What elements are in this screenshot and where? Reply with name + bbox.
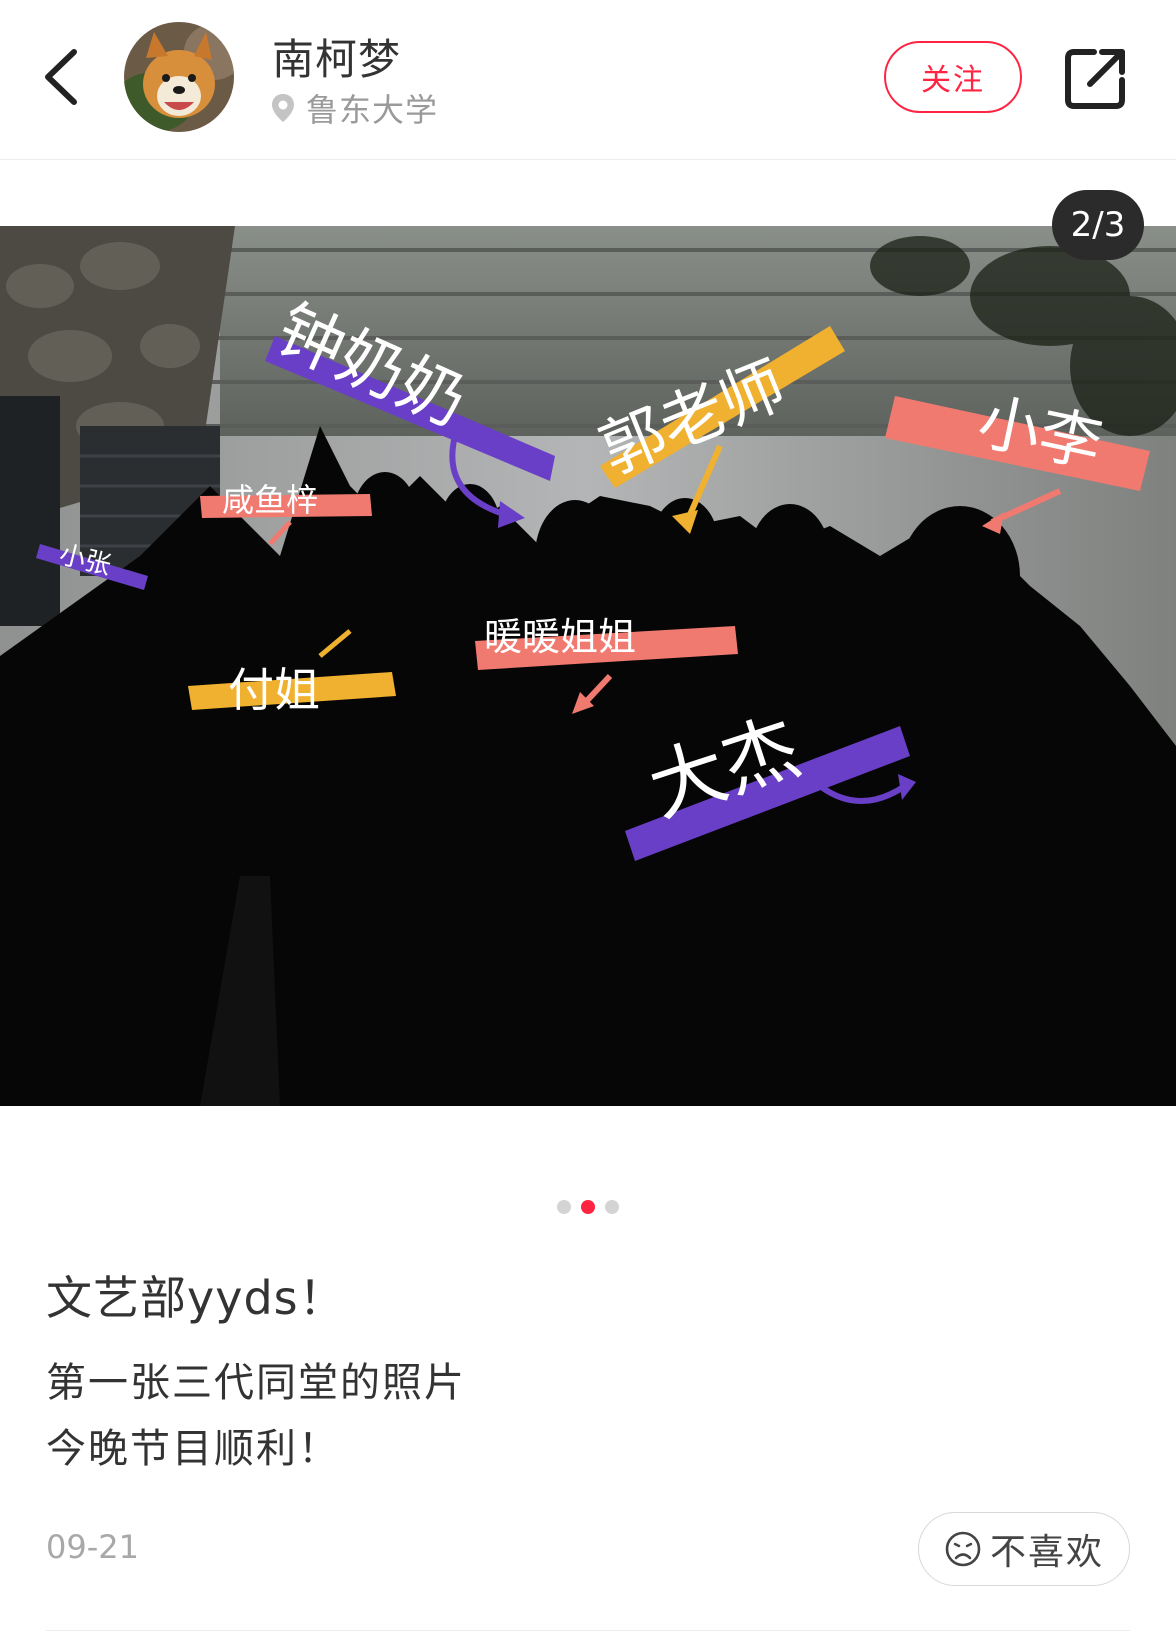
back-arrow-icon — [45, 49, 77, 105]
post-date: 09-21 — [46, 1528, 139, 1566]
carousel-dot[interactable] — [557, 1200, 571, 1214]
location-text: 鲁东大学 — [306, 91, 439, 129]
post-body: 第一张三代同堂的照片 今晚节目顺利！ — [46, 1350, 466, 1482]
share-button[interactable] — [1060, 42, 1132, 114]
sad-face-icon — [945, 1531, 981, 1567]
post-photo[interactable]: 钟奶奶 郭老师 小李 咸鱼梓 小张 暖暖姐姐 付姐 大杰 — [0, 226, 1176, 1106]
carousel-dot-active[interactable] — [581, 1200, 595, 1214]
post-detail-page: 南柯梦 鲁东大学 关注 钟奶奶 郭老师 小李 咸鱼梓 小张 暖暖姐姐 付姐 大杰… — [0, 0, 1176, 1644]
post-body-line: 第一张三代同堂的照片 — [46, 1360, 466, 1406]
carousel-indicator — [0, 1200, 1176, 1214]
back-button[interactable] — [36, 42, 92, 112]
label-nuannuan-sister: 暖暖姐姐 — [484, 615, 636, 659]
divider — [46, 1630, 1130, 1631]
share-icon — [1065, 49, 1125, 109]
follow-button[interactable]: 关注 — [884, 41, 1022, 113]
post-title: 文艺部yyds！ — [46, 1271, 346, 1325]
post-header: 南柯梦 鲁东大学 关注 — [0, 0, 1176, 160]
label-xianyu-zi: 咸鱼梓 — [222, 481, 318, 519]
label-fu-sister: 付姐 — [228, 663, 320, 717]
author-avatar[interactable] — [124, 22, 234, 132]
dislike-button[interactable]: 不喜欢 — [918, 1512, 1130, 1586]
location-row: 鲁东大学 — [270, 88, 439, 129]
carousel-dot[interactable] — [605, 1200, 619, 1214]
location-pin-icon — [272, 94, 294, 122]
photo-counter: 2/3 — [1052, 190, 1144, 260]
dislike-label: 不喜欢 — [989, 1532, 1104, 1573]
author-name[interactable]: 南柯梦 — [272, 26, 401, 87]
post-body-line: 今晚节目顺利！ — [46, 1426, 340, 1472]
